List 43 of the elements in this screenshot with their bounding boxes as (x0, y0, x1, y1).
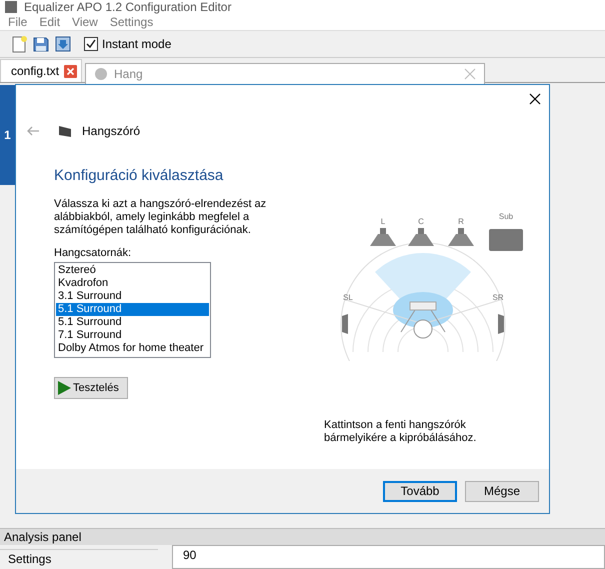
speaker-label: C (418, 217, 424, 226)
save-as-icon[interactable] (54, 35, 72, 53)
channel-option[interactable]: 5.1 Surround (56, 303, 209, 316)
instant-mode-checkbox[interactable] (84, 37, 98, 51)
channel-option[interactable]: 5.1 Surround (56, 316, 209, 329)
channel-option[interactable]: Kvadrofon (56, 277, 209, 290)
speaker-label: R (458, 217, 464, 226)
menu-item[interactable]: Edit (33, 15, 66, 29)
speaker-label: Sub (498, 212, 514, 221)
window-title: Equalizer APO 1.2 Configuration Editor (24, 0, 232, 14)
hint-text: Kattintson a fenti hangszórók bármelyikére a kipróbálásához. (324, 419, 478, 445)
speaker-label: SR (492, 293, 504, 302)
window-title: Hang (114, 67, 144, 81)
save-icon[interactable] (32, 35, 50, 53)
back-arrow-icon[interactable] (26, 126, 40, 136)
description-text: Válassza ki azt a hangszóró-elrendezést az alábbiakból, amely leginkább megfelel a számítógépen található konfigurációnak. (54, 198, 268, 237)
dialog-button[interactable]: Tovább (383, 480, 457, 502)
close-icon[interactable] (529, 93, 541, 105)
breadcrumb-title: Hangszóró (82, 124, 140, 138)
test-button[interactable]: Tesztelés (54, 377, 128, 399)
instant-mode-label: Instant mode (102, 37, 172, 51)
channels-listbox[interactable]: Sztereó Kvadrofon 3.1 Surround 5.1 Surround 5.1 Surround 7.1 Surround Dolby Atmos for home theater (54, 262, 211, 358)
channels-label: Hangcsatornák: (54, 247, 132, 259)
speaker-layout-drawing[interactable]: L C R Sub SL SR (328, 196, 528, 361)
channel-option[interactable]: Sztereó (56, 264, 209, 277)
channel-option[interactable]: 7.1 Surround (56, 329, 209, 342)
settings-value: 90 (172, 545, 605, 569)
speaker-label: SL (343, 293, 353, 302)
new-file-icon[interactable] (10, 35, 28, 53)
menu-item[interactable]: View (66, 15, 104, 29)
menu-item[interactable]: Settings (104, 15, 160, 29)
menu-item[interactable]: File (2, 15, 34, 29)
play-icon (58, 381, 71, 395)
channel-option[interactable]: Dolby Atmos for home theater (56, 342, 209, 355)
side-panel-marker: 1 (0, 85, 15, 185)
settings-label: Settings (0, 549, 158, 569)
app-icon (4, 0, 18, 14)
speaker-label: L (380, 217, 386, 226)
dialog-button[interactable]: Mégse (465, 480, 539, 502)
analysis-panel-title: Analysis panel (0, 528, 605, 545)
channel-option[interactable]: 3.1 Surround (56, 290, 209, 303)
dialog-heading: Konfiguráció kiválasztása (54, 167, 224, 184)
file-tab[interactable]: config.txt (0, 59, 82, 82)
